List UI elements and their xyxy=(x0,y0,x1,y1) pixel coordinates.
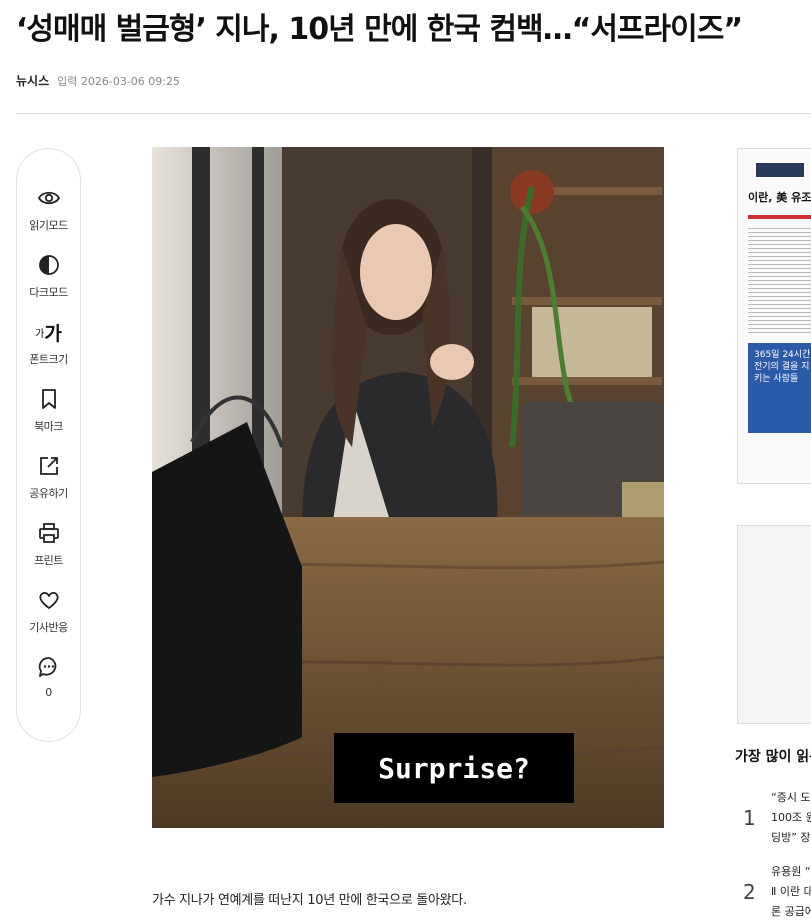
share-label: 공유하기 xyxy=(29,487,68,500)
heart-icon xyxy=(36,587,62,613)
font-size-button[interactable]: 가가 폰트크기 xyxy=(17,319,81,386)
header-divider xyxy=(16,113,811,114)
news-agency[interactable]: 뉴시스 xyxy=(16,72,49,89)
font-icon-small: 가 xyxy=(35,328,45,340)
font-size-icon: 가가 xyxy=(32,319,66,345)
ad-banner: 365일 24시간 전기의 결을 지키는 사람들 xyxy=(748,343,811,433)
font-icon-large: 가 xyxy=(44,322,62,345)
share-icon xyxy=(36,453,62,479)
article-body: 가수 지나가 연예계를 떠난지 10년 만에 한국으로 돌아왔다. xyxy=(152,893,467,908)
rank-title-line: 유용원 “ xyxy=(771,865,811,878)
article-toolbar: 읽기모드 다크모드 가가 폰트크기 북마크 공유하기 프린트 기사반응 0 xyxy=(16,148,81,742)
comment-icon xyxy=(36,654,62,680)
comment-button[interactable]: 0 xyxy=(17,654,81,721)
print-label: 프린트 xyxy=(34,554,63,567)
sidebar-ad-newspaper[interactable]: 이란, 美 유조선 365일 24시간 전기의 결을 지키는 사람들 xyxy=(737,148,811,484)
most-read-item[interactable]: 2 유용원 “ Ⅱ 이란 대 론 공급에 xyxy=(737,862,811,922)
rank-number: 1 xyxy=(743,806,756,830)
reaction-button[interactable]: 기사반응 xyxy=(17,587,81,654)
reading-mode-button[interactable]: 읽기모드 xyxy=(17,185,81,252)
rank-title-line: “증시 도 xyxy=(771,791,811,804)
bookmark-button[interactable]: 북마크 xyxy=(17,386,81,453)
date-label: 입력 xyxy=(57,74,78,88)
comment-count: 0 xyxy=(45,686,52,699)
bookmark-label: 북마크 xyxy=(34,420,63,433)
print-icon xyxy=(36,520,62,546)
publish-date: 입력 2026-03-06 09:25 xyxy=(57,73,180,89)
rank-number: 2 xyxy=(743,880,756,904)
font-size-label: 폰트크기 xyxy=(29,353,68,366)
bookmark-icon xyxy=(36,386,62,412)
date-value: 2026-03-06 09:25 xyxy=(80,74,180,88)
article-photo xyxy=(152,147,664,828)
photo-caption-overlay: Surprise? xyxy=(334,733,574,803)
rank-title-line: 론 공급에 xyxy=(771,905,811,918)
article-byline: 뉴시스 입력 2026-03-06 09:25 xyxy=(16,72,180,89)
share-button[interactable]: 공유하기 xyxy=(17,453,81,520)
print-button[interactable]: 프린트 xyxy=(17,520,81,587)
rank-title-line: 딩방” 장 xyxy=(771,831,811,844)
most-read-item[interactable]: 1 “증시 도 100조 원 딩방” 장 xyxy=(737,788,811,848)
ad-headline: 이란, 美 유조선 xyxy=(748,191,811,204)
eye-icon xyxy=(36,185,62,211)
reaction-label: 기사반응 xyxy=(29,621,68,634)
dark-mode-button[interactable]: 다크모드 xyxy=(17,252,81,319)
sidebar-ad-image[interactable] xyxy=(737,525,811,724)
dark-mode-label: 다크모드 xyxy=(29,286,68,299)
rank-title-line: 100조 원 xyxy=(771,811,811,824)
article-headline: ‘성매매 벌금형’ 지나, 10년 만에 한국 컴백…“서프라이즈” xyxy=(16,12,743,47)
rank-title-line: Ⅱ 이란 대 xyxy=(771,885,811,898)
contrast-icon xyxy=(36,252,62,278)
most-read-title: 가장 많이 읽은 xyxy=(735,749,811,765)
reading-mode-label: 읽기모드 xyxy=(29,219,68,232)
